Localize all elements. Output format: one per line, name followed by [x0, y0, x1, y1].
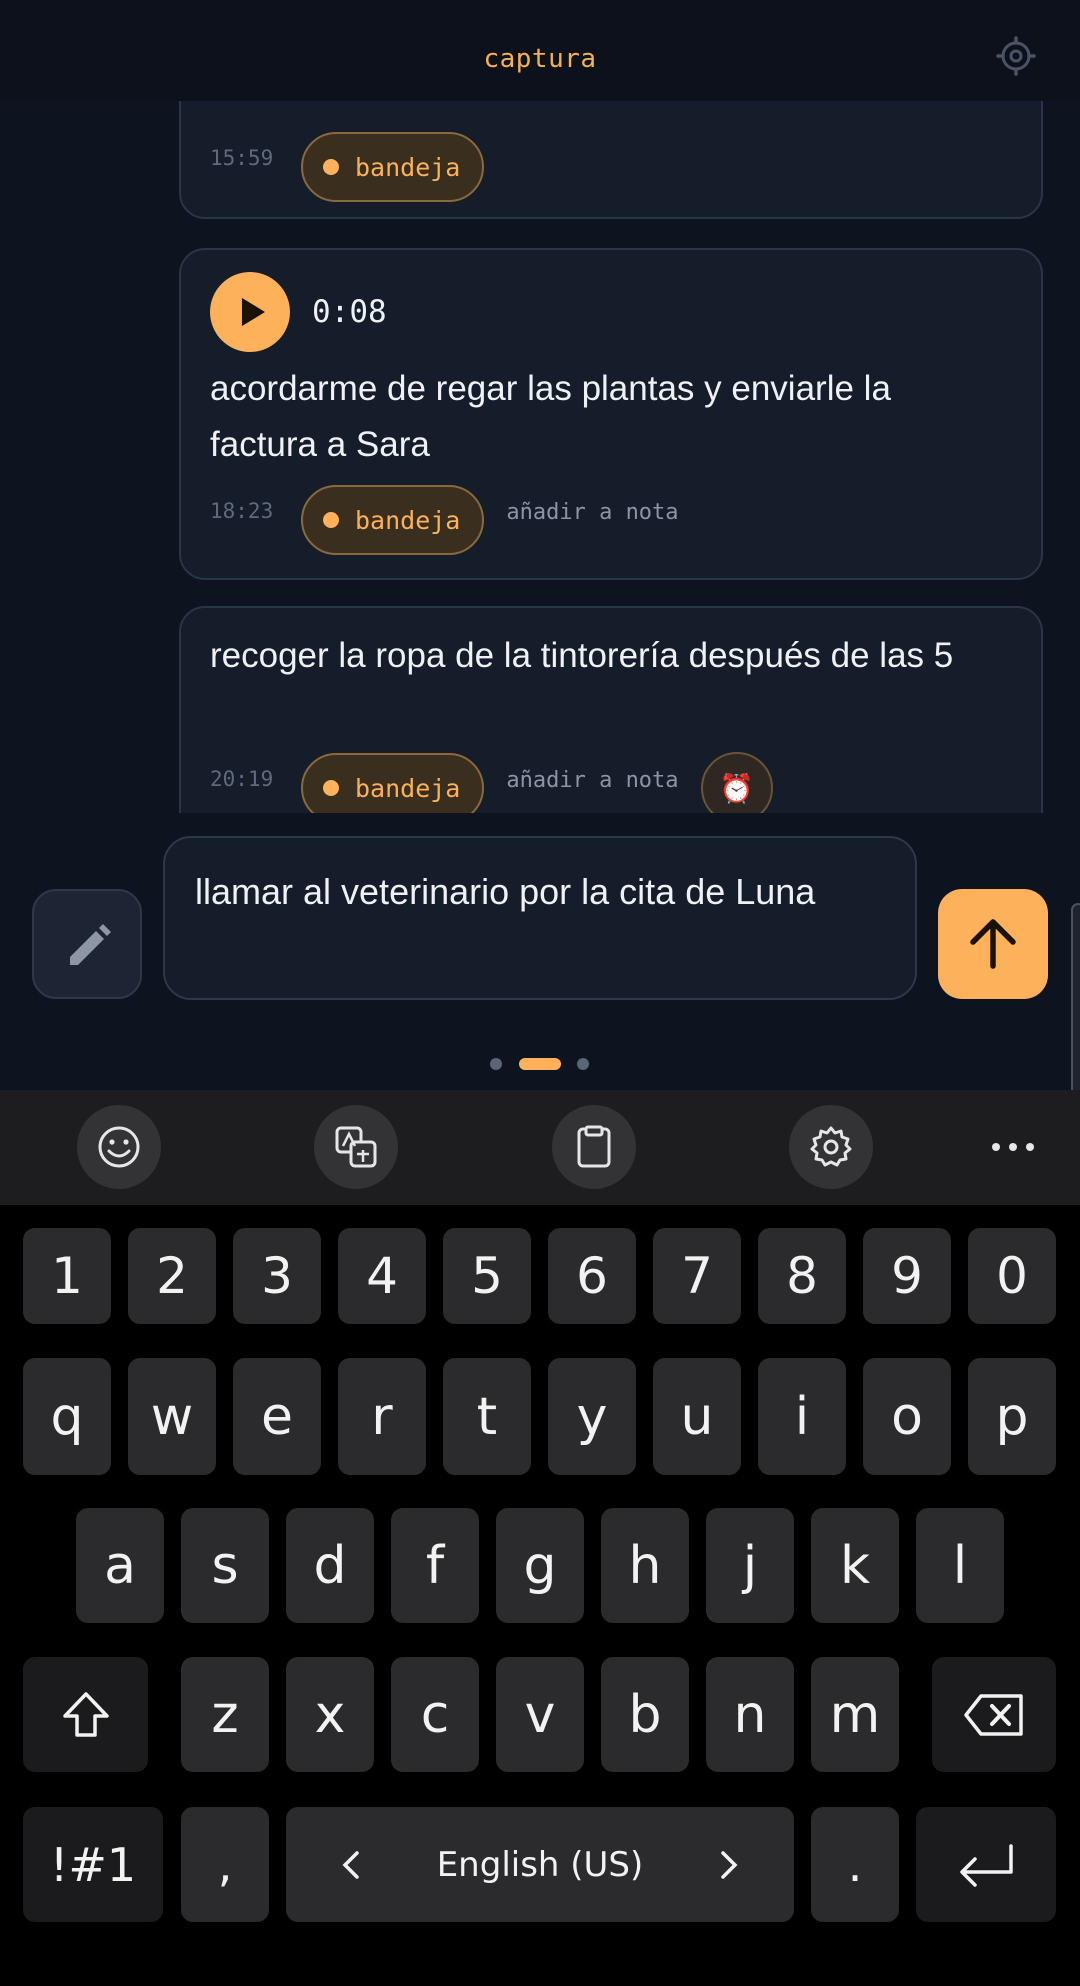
card-time: 20:19	[210, 767, 274, 791]
tag-bandeja[interactable]: bandeja	[301, 485, 485, 555]
arrow-up-icon	[970, 919, 1016, 969]
reminder-glyph: ⏰	[719, 772, 754, 804]
key-y[interactable]: y	[548, 1358, 636, 1475]
voice-player: 0:08	[210, 272, 387, 352]
key-b[interactable]: b	[601, 1657, 689, 1772]
backspace-key[interactable]	[932, 1657, 1056, 1772]
space-bar[interactable]: English (US)	[286, 1807, 794, 1922]
key-q[interactable]: q	[23, 1358, 111, 1475]
tag-bandeja[interactable]: bandeja	[301, 753, 485, 813]
key-k[interactable]: k	[811, 1508, 899, 1623]
key-x[interactable]: x	[286, 1657, 374, 1772]
page-dot[interactable]	[490, 1058, 502, 1070]
capture-card[interactable]: 15:59 bandeja	[179, 101, 1043, 219]
key-j[interactable]: j	[706, 1508, 794, 1623]
key-3[interactable]: 3	[233, 1228, 321, 1324]
tag-bandeja[interactable]: bandeja	[301, 132, 485, 202]
chevron-left-icon	[342, 1850, 359, 1879]
key-5[interactable]: 5	[443, 1228, 531, 1324]
key-v[interactable]: v	[496, 1657, 584, 1772]
shift-key[interactable]	[23, 1657, 148, 1772]
key-t[interactable]: t	[443, 1358, 531, 1475]
tag-label: bandeja	[355, 773, 461, 803]
key-e[interactable]: e	[233, 1358, 321, 1475]
more-icon[interactable]	[988, 1127, 1038, 1167]
app-header: captura	[0, 0, 1080, 101]
tag-dot	[323, 159, 339, 175]
key-i[interactable]: i	[758, 1358, 846, 1475]
period-key[interactable]: .	[811, 1807, 899, 1922]
key-z[interactable]: z	[181, 1657, 269, 1772]
key-n[interactable]: n	[706, 1657, 794, 1772]
add-to-note-link[interactable]: añadir a nota	[506, 500, 678, 525]
keyboard-toolbar	[0, 1090, 1080, 1205]
voice-duration: 0:08	[312, 294, 387, 330]
gear-icon[interactable]	[996, 36, 1036, 76]
tag-label: bandeja	[355, 152, 461, 182]
key-m[interactable]: m	[811, 1657, 899, 1772]
tag-dot	[323, 512, 339, 528]
translate-icon[interactable]	[314, 1105, 398, 1189]
shift-icon	[62, 1691, 109, 1737]
key-d[interactable]: d	[286, 1508, 374, 1623]
key-9[interactable]: 9	[863, 1228, 951, 1324]
key-g[interactable]: g	[496, 1508, 584, 1623]
key-p[interactable]: p	[968, 1358, 1056, 1475]
settings-icon[interactable]	[789, 1105, 873, 1189]
clipboard-icon[interactable]	[552, 1105, 636, 1189]
key-f[interactable]: f	[391, 1508, 479, 1623]
enter-icon	[960, 1843, 1013, 1887]
edit-button[interactable]	[32, 889, 142, 999]
symbols-key[interactable]: !#1	[23, 1807, 163, 1922]
key-h[interactable]: h	[601, 1508, 689, 1623]
card-meta: 20:19 bandeja añadir a nota ⏰	[210, 752, 773, 813]
page-dot[interactable]	[577, 1058, 589, 1070]
key-6[interactable]: 6	[548, 1228, 636, 1324]
key-2[interactable]: 2	[128, 1228, 216, 1324]
key-o[interactable]: o	[863, 1358, 951, 1475]
key-8[interactable]: 8	[758, 1228, 846, 1324]
enter-key[interactable]	[916, 1807, 1056, 1922]
capture-card[interactable]: recoger la ropa de la tintorería después…	[179, 606, 1043, 813]
tag-label: bandeja	[355, 505, 461, 535]
card-time: 18:23	[210, 499, 274, 523]
chevron-right-icon	[721, 1850, 738, 1879]
key-1[interactable]: 1	[23, 1228, 111, 1324]
key-c[interactable]: c	[391, 1657, 479, 1772]
capture-feed[interactable]: 15:59 bandeja 0:08 acordarme de regar la…	[0, 101, 1080, 813]
tag-dot	[323, 780, 339, 796]
add-to-note-link[interactable]: añadir a nota	[506, 768, 678, 793]
key-s[interactable]: s	[181, 1508, 269, 1623]
capture-input[interactable]: llamar al veterinario por la cita de Lun…	[163, 836, 917, 1000]
emoji-icon[interactable]	[77, 1105, 161, 1189]
key-w[interactable]: w	[128, 1358, 216, 1475]
card-text: recoger la ropa de la tintorería después…	[210, 636, 954, 675]
pencil-icon	[70, 924, 111, 965]
composer: llamar al veterinario por la cita de Lun…	[0, 813, 1080, 1253]
backspace-icon	[964, 1693, 1023, 1736]
key-4[interactable]: 4	[338, 1228, 426, 1324]
voice-capture-card[interactable]: 0:08 acordarme de regar las plantas y en…	[179, 248, 1043, 580]
play-icon	[242, 298, 265, 326]
app-title: captura	[483, 44, 597, 74]
comma-key[interactable]: ,	[181, 1807, 269, 1922]
key-0[interactable]: 0	[968, 1228, 1056, 1324]
keyboard: 1 2 3 4 5 6 7 8 9 0 q w e r t y u i o p …	[0, 1205, 1080, 1986]
key-l[interactable]: l	[916, 1508, 1004, 1623]
key-r[interactable]: r	[338, 1358, 426, 1475]
send-button[interactable]	[938, 889, 1048, 999]
page-indicator	[0, 1056, 1080, 1072]
page-dot-active[interactable]	[519, 1058, 561, 1070]
card-text: acordarme de regar las plantas y enviarl…	[210, 369, 891, 464]
key-u[interactable]: u	[653, 1358, 741, 1475]
card-time: 15:59	[210, 146, 274, 170]
card-meta: 18:23 bandeja añadir a nota	[210, 484, 679, 556]
key-a[interactable]: a	[76, 1508, 164, 1623]
key-7[interactable]: 7	[653, 1228, 741, 1324]
play-button[interactable]	[210, 272, 290, 352]
keyboard-language-label: English (US)	[436, 1844, 644, 1885]
alarm-clock-icon[interactable]: ⏰	[700, 752, 773, 813]
card-meta: 15:59 bandeja	[210, 131, 485, 203]
